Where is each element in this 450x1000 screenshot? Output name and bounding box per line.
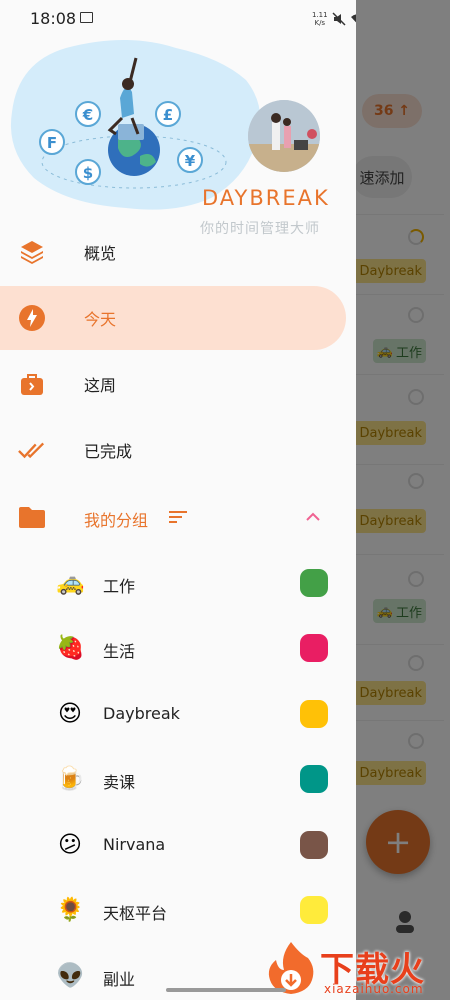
nav-label: 这周 (84, 376, 117, 395)
user-avatar[interactable] (248, 100, 320, 172)
net-speed: 1.11 K/s (312, 11, 328, 27)
group-color-swatch[interactable] (300, 634, 328, 662)
drawer-header: € £ F $ ¥ DAYBREAK 你的时间管理大师 (0, 36, 356, 237)
currency-coin: ¥ (177, 147, 203, 173)
svg-text:¥: ¥ (185, 152, 196, 170)
alien-icon: 👽 (56, 963, 85, 989)
currency-coin: F (39, 129, 65, 155)
beer-icon: 🍺 (56, 766, 85, 792)
group-color-swatch[interactable] (300, 896, 328, 924)
wifi-icon (350, 14, 356, 23)
my-groups-header[interactable]: 我的分组 (0, 485, 356, 549)
header-illustration: € £ F $ ¥ (10, 40, 261, 210)
sunflower-icon: 🌻 (56, 897, 85, 923)
group-color-swatch[interactable] (300, 831, 328, 859)
currency-coin: £ (155, 101, 181, 127)
group-color-swatch[interactable] (300, 765, 328, 793)
group-item-tianshu[interactable]: 🌻 天枢平台 (0, 878, 356, 942)
strawberry-icon: 🍓 (56, 635, 85, 661)
status-time: 18:08 (30, 9, 77, 28)
confused-face-icon: 😕 (58, 832, 82, 858)
currency-coin: $ (75, 159, 101, 185)
group-name: 副业 (103, 970, 136, 989)
layers-icon (18, 238, 46, 266)
home-indicator[interactable] (166, 988, 286, 992)
group-color-swatch[interactable] (300, 569, 328, 597)
nav-item-completed[interactable]: 已完成 (0, 418, 346, 482)
nav-label: 今天 (84, 310, 117, 329)
my-groups-label: 我的分组 (84, 511, 149, 530)
sort-icon[interactable] (168, 507, 188, 527)
group-item-life[interactable]: 🍓 生活 (0, 616, 356, 680)
double-check-icon (18, 436, 46, 464)
group-color-swatch[interactable] (300, 700, 328, 728)
bolt-icon (18, 304, 46, 332)
group-item-nirvana[interactable]: 😕 Nirvana (0, 813, 356, 877)
nav-item-this-week[interactable]: 这周 (0, 352, 346, 416)
group-name: 工作 (103, 577, 136, 596)
group-item-courses[interactable]: 🍺 卖课 (0, 747, 356, 811)
watermark-url: xiazaihuo.com (324, 982, 424, 996)
currency-coin: € (75, 101, 101, 127)
briefcase-icon (18, 370, 46, 398)
app-brand: DAYBREAK (202, 186, 330, 210)
group-name: Nirvana (103, 835, 166, 854)
nav-label: 概览 (84, 244, 117, 263)
group-name: 天枢平台 (103, 904, 168, 923)
nav-item-overview[interactable]: 概览 (0, 220, 346, 284)
status-icons: 1.11 K/s (312, 9, 356, 29)
svg-text:F: F (47, 134, 57, 152)
group-name: 卖课 (103, 773, 136, 792)
group-name: 生活 (103, 642, 136, 661)
folder-icon (18, 503, 46, 531)
group-item-work[interactable]: 🚕 工作 (0, 551, 356, 615)
chevron-up-icon[interactable] (302, 507, 324, 527)
svg-text:€: € (82, 106, 93, 124)
watermark: 下载火 xiazaihuo.com (262, 940, 450, 1000)
nav-label: 已完成 (84, 442, 133, 461)
svg-text:£: £ (163, 106, 173, 124)
svg-text:$: $ (83, 164, 93, 182)
group-name: Daybreak (103, 704, 180, 723)
status-bar: 18:08 1.11 K/s (0, 0, 356, 36)
mute-icon (332, 12, 346, 26)
group-item-daybreak[interactable]: 😍 Daybreak (0, 682, 356, 746)
taxi-icon: 🚕 (56, 570, 85, 596)
heart-eyes-icon: 😍 (58, 701, 82, 727)
gallery-notification-icon (80, 12, 93, 23)
nav-item-today[interactable]: 今天 (0, 286, 346, 350)
navigation-drawer: 18:08 1.11 K/s € £ F $ ¥ DAYBREAK 你的时间管理… (0, 0, 356, 1000)
